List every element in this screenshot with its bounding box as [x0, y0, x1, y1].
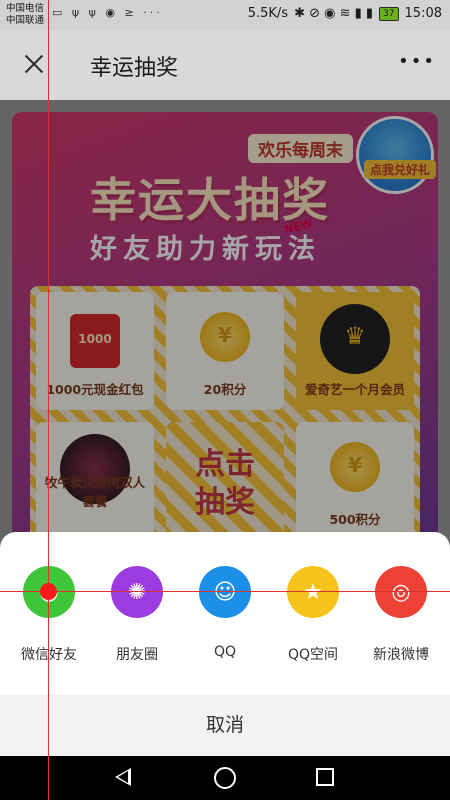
share-label: 朋友圈 — [116, 647, 158, 663]
qq-icon: ☺ — [199, 566, 251, 618]
share-moments[interactable]: ✺ 朋友圈 — [97, 566, 177, 666]
share-weibo[interactable]: ◎ 新浪微博 — [361, 566, 441, 666]
touch-crosshair-horizontal — [0, 591, 450, 592]
recents-icon[interactable] — [316, 768, 334, 786]
dim-overlay-top — [0, 0, 450, 100]
back-icon-inner — [118, 771, 128, 783]
qzone-icon: ★ — [287, 566, 339, 618]
touch-point-indicator — [40, 583, 57, 600]
cancel-button[interactable]: 取消 — [0, 694, 450, 756]
moments-icon: ✺ — [111, 566, 163, 618]
weibo-icon: ◎ — [375, 566, 427, 618]
share-label: QQ — [213, 644, 237, 660]
dim-overlay[interactable] — [0, 100, 450, 555]
home-icon[interactable] — [214, 767, 236, 789]
share-wechat-friend[interactable]: ● 微信好友 — [9, 566, 89, 666]
share-qzone[interactable]: ★ QQ空间 — [273, 566, 353, 666]
share-label: 新浪微博 — [373, 647, 429, 663]
touch-crosshair-vertical — [48, 0, 49, 800]
system-nav-bar — [0, 756, 450, 800]
cancel-bar: 取消 — [0, 694, 450, 756]
share-label: 微信好友 — [21, 647, 77, 663]
share-label: QQ空间 — [287, 647, 339, 663]
share-qq[interactable]: ☺ QQ — [185, 566, 265, 666]
